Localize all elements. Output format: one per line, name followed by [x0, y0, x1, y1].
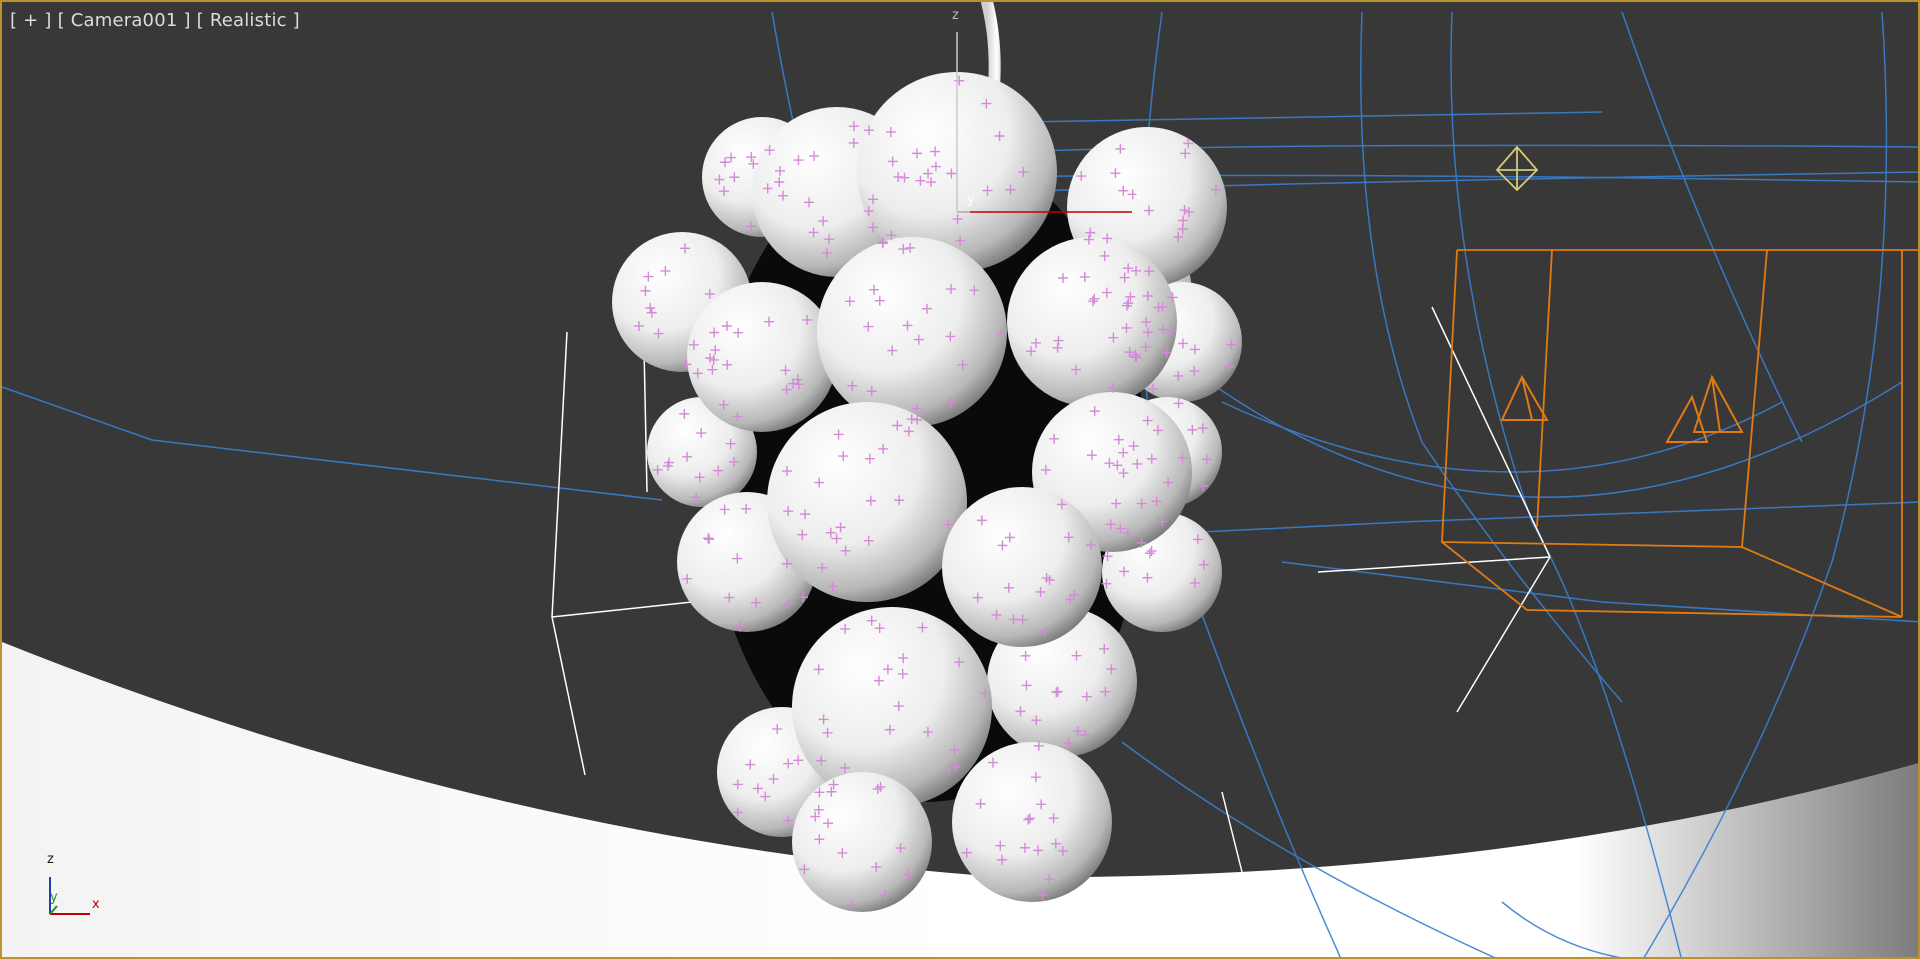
camera-select-button[interactable]: [ Camera001 ] [58, 10, 191, 31]
viewport-scene[interactable] [2, 2, 1920, 959]
shading-mode-button[interactable]: [ Realistic ] [197, 10, 300, 31]
gizmo-z-label: z [952, 8, 959, 23]
view-axis-z-label: z [47, 852, 54, 867]
selected-box [1441, 249, 1918, 618]
grape-sphere[interactable] [1007, 237, 1177, 407]
camera-viewport[interactable]: [ + ] [ Camera001 ] [ Realistic ] z y x … [0, 0, 1920, 959]
grape-sphere[interactable] [952, 742, 1112, 902]
view-axis-x-label: x [92, 897, 100, 912]
gizmo-y-label: y [967, 192, 975, 207]
grape-sphere[interactable] [817, 237, 1007, 427]
grape-sphere[interactable] [792, 607, 992, 807]
light-icon [1495, 145, 1539, 192]
view-axis-y-label: y [50, 890, 58, 905]
grape-sphere[interactable] [767, 402, 967, 602]
viewport-menu-button[interactable]: [ + ] [10, 10, 52, 31]
gizmo-x-label: x [1134, 188, 1142, 203]
grape-cluster [612, 72, 1242, 912]
viewport-label: [ + ] [ Camera001 ] [ Realistic ] [10, 10, 300, 31]
grape-sphere[interactable] [792, 772, 932, 912]
target-markers [1500, 374, 1744, 443]
